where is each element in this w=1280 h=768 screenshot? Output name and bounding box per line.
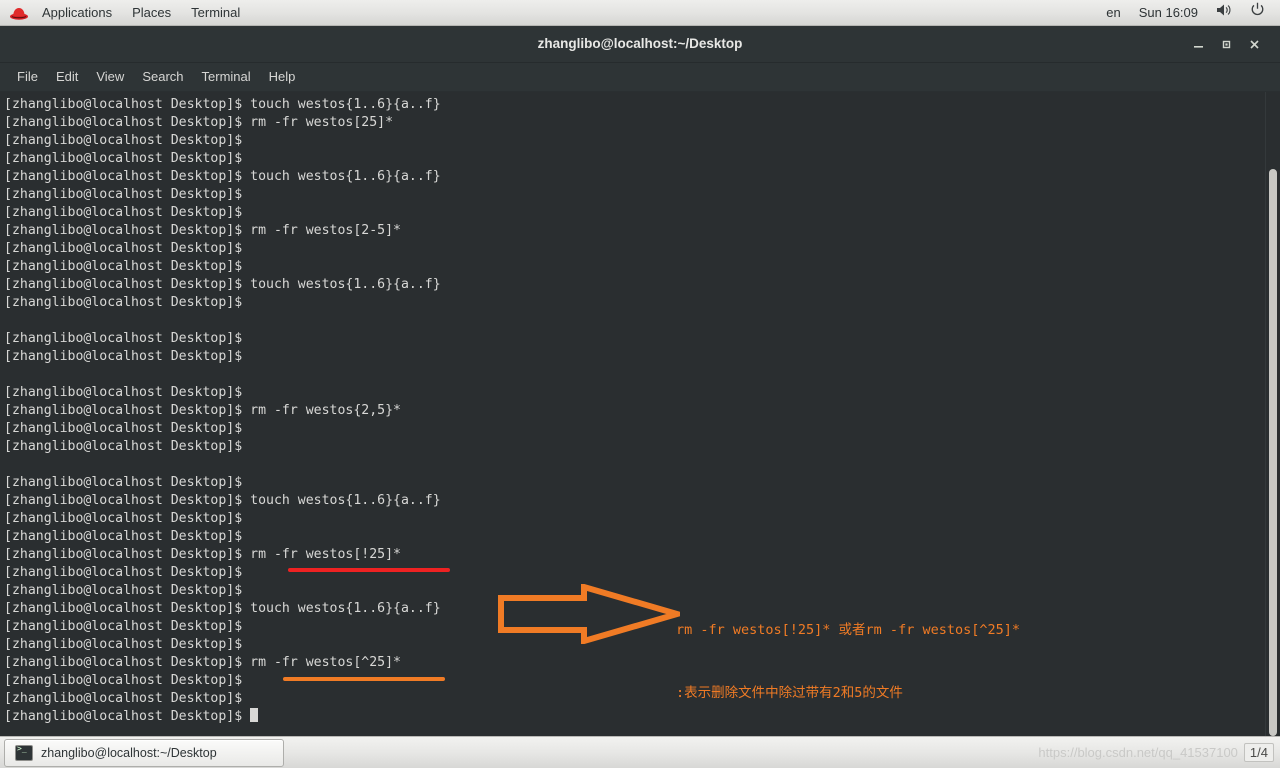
terminal-line: [zhanglibo@localhost Desktop]$ touch wes… [4,601,441,616]
terminal-output-area[interactable]: [zhanglibo@localhost Desktop]$ touch wes… [0,92,1280,736]
maximize-button[interactable] [1212,30,1240,58]
terminal-line: [zhanglibo@localhost Desktop]$ touch wes… [4,97,441,112]
terminal-line: [zhanglibo@localhost Desktop]$ [4,619,243,634]
terminal-line: [zhanglibo@localhost Desktop]$ touch wes… [4,169,441,184]
terminal-line: [zhanglibo@localhost Desktop]$ [4,529,243,544]
terminal-line: [zhanglibo@localhost Desktop]$ rm -fr we… [4,115,394,130]
terminal-line: [zhanglibo@localhost Desktop]$ [4,583,243,598]
terminal-line: [zhanglibo@localhost Desktop]$ [4,133,243,148]
terminal-line: [zhanglibo@localhost Desktop]$ rm -fr we… [4,223,401,238]
terminal-lines: [zhanglibo@localhost Desktop]$ touch wes… [4,96,1250,726]
terminal-line: [zhanglibo@localhost Desktop]$ [4,439,243,454]
top-panel-status-area: en Sun 16:09 [1097,0,1280,26]
terminal-line: [zhanglibo@localhost Desktop]$ [4,475,243,490]
menu-search[interactable]: Search [133,66,192,88]
power-icon[interactable] [1241,0,1274,26]
terminal-scrollbar[interactable] [1265,92,1280,736]
terminal-line: [zhanglibo@localhost Desktop]$ [4,565,243,580]
terminal-line: [zhanglibo@localhost Desktop]$ [4,673,243,688]
menu-view[interactable]: View [87,66,133,88]
menu-edit[interactable]: Edit [47,66,87,88]
window-title: zhanglibo@localhost:~/Desktop [537,36,743,51]
terminal-line: [zhanglibo@localhost Desktop]$ rm -fr we… [4,655,401,670]
keyboard-layout-indicator[interactable]: en [1097,0,1129,26]
menubar: File Edit View Search Terminal Help [0,63,1280,92]
top-panel: Applications Places Terminal en Sun 16:0… [0,0,1280,26]
menu-help[interactable]: Help [260,66,305,88]
red-underline-annotation [288,568,450,572]
window-titlebar[interactable]: zhanglibo@localhost:~/Desktop [0,26,1280,63]
terminal-line: [zhanglibo@localhost Desktop]$ [4,511,243,526]
speaker-icon[interactable] [1207,0,1241,26]
terminal-window: zhanglibo@localhost:~/Desktop File Edit … [0,26,1280,736]
orange-underline-annotation [283,677,445,681]
terminal-line: [zhanglibo@localhost Desktop]$ [4,385,243,400]
terminal-icon [15,744,33,761]
terminal-line: [zhanglibo@localhost Desktop]$ [4,187,243,202]
menu-terminal[interactable]: Terminal [193,66,260,88]
annotation-note: rm -fr westos[!25]* 或者rm -fr westos[^25]… [676,578,1020,746]
bottom-taskbar: zhanglibo@localhost:~/Desktop https://bl… [0,736,1280,768]
minimize-button[interactable] [1184,30,1212,58]
taskbar-right-area: https://blog.csdn.net/qq_41537100 1/4 [1038,743,1280,762]
terminal-line: [zhanglibo@localhost Desktop]$ [4,708,1250,726]
taskbar-window-label: zhanglibo@localhost:~/Desktop [41,745,217,760]
annotation-note-line2: :表示删除文件中除过带有2和5的文件 [676,685,903,701]
terminal-line: [zhanglibo@localhost Desktop]$ [4,295,243,310]
terminal-cursor [250,708,259,722]
watermark-text: https://blog.csdn.net/qq_41537100 [1038,745,1238,760]
terminal-line: [zhanglibo@localhost Desktop]$ [4,691,243,706]
desktop-screen: Applications Places Terminal en Sun 16:0… [0,0,1280,768]
terminal-line: [zhanglibo@localhost Desktop]$ [4,241,243,256]
terminal-line: [zhanglibo@localhost Desktop]$ [4,259,243,274]
clock[interactable]: Sun 16:09 [1130,0,1207,26]
terminal-line: [zhanglibo@localhost Desktop]$ [4,349,243,364]
annotation-note-line1: rm -fr westos[!25]* 或者rm -fr westos[^25]… [676,622,1020,638]
terminal-line: [zhanglibo@localhost Desktop]$ rm -fr we… [4,547,401,562]
terminal-line: [zhanglibo@localhost Desktop]$ touch wes… [4,493,441,508]
terminal-line: [zhanglibo@localhost Desktop]$ [4,421,243,436]
menu-terminal[interactable]: Terminal [181,0,250,26]
terminal-line: [zhanglibo@localhost Desktop]$ [4,637,243,652]
terminal-line: [zhanglibo@localhost Desktop]$ [4,331,243,346]
terminal-line: [zhanglibo@localhost Desktop]$ [4,151,243,166]
menu-file[interactable]: File [8,66,47,88]
terminal-line: [zhanglibo@localhost Desktop]$ [4,205,243,220]
scrollbar-thumb[interactable] [1269,169,1277,736]
terminal-line: [zhanglibo@localhost Desktop]$ touch wes… [4,277,441,292]
terminal-line: [zhanglibo@localhost Desktop]$ rm -fr we… [4,403,401,418]
menu-applications[interactable]: Applications [32,0,122,26]
taskbar-window-button[interactable]: zhanglibo@localhost:~/Desktop [4,738,284,767]
redhat-logo-icon[interactable] [0,0,32,26]
workspace-page-indicator[interactable]: 1/4 [1243,743,1274,762]
close-button[interactable] [1240,30,1268,58]
window-controls [1184,30,1280,58]
menu-places[interactable]: Places [122,0,181,26]
